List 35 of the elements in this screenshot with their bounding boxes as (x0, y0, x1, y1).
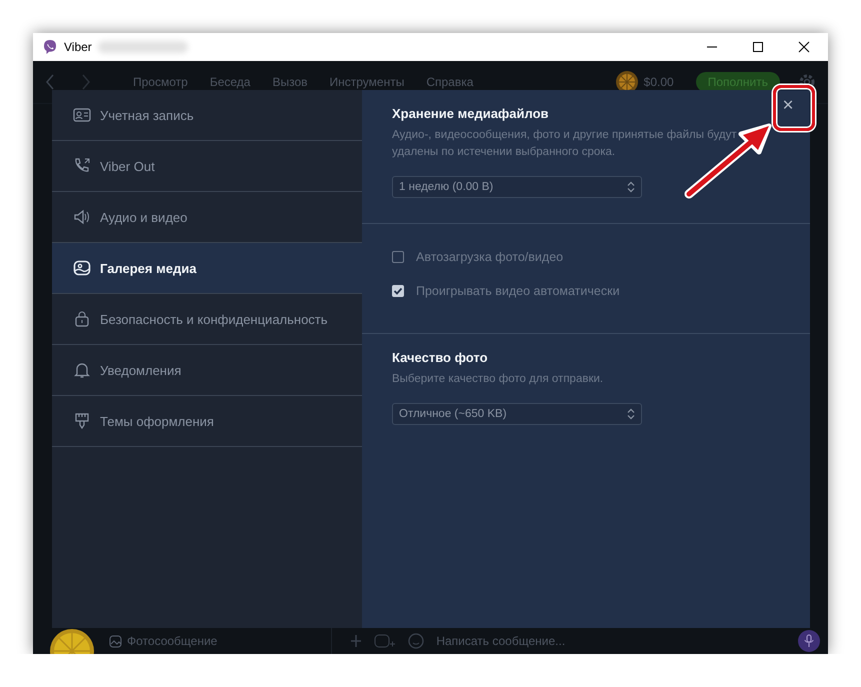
viber-logo-icon (42, 39, 58, 55)
brush-icon (73, 412, 91, 430)
section-heading: Качество фото (392, 350, 488, 365)
close-icon[interactable] (798, 41, 810, 53)
bell-icon (73, 361, 91, 379)
dropdown[interactable]: Отличное (~650 KB) (392, 403, 642, 425)
menu-item[interactable]: Инструменты (330, 75, 404, 89)
gallery-icon (73, 259, 91, 277)
image-icon (109, 634, 122, 648)
checkbox-label[interactable]: Автозагрузка фото/видео (416, 250, 564, 264)
microphone-icon (803, 634, 815, 648)
section-description: Выберите качество фото для отправки. (392, 372, 604, 387)
menu-item[interactable]: Беседа (210, 75, 250, 89)
highlight-frame (773, 85, 815, 131)
dropdown[interactable]: 1 неделю (0.00 B) (392, 176, 642, 198)
maximize-icon[interactable] (752, 41, 764, 53)
settings-nav-item[interactable]: Галерея медиа (52, 243, 362, 294)
menu-item[interactable]: Справка (426, 75, 474, 89)
up-down-chevron-icon (627, 181, 635, 193)
up-down-chevron-icon (627, 408, 635, 420)
section-heading: Хранение медиафайлов (392, 106, 549, 121)
menu-item[interactable]: Вызов (272, 75, 308, 89)
menu-item[interactable]: Просмотр (133, 75, 188, 89)
window-title: Viber (64, 40, 92, 54)
close-button[interactable]: × (776, 94, 800, 118)
account-card-icon (73, 106, 91, 124)
message-input[interactable]: Написать сообщение... (436, 634, 586, 648)
balance-amount: $0.00 (644, 75, 674, 89)
lock-icon (73, 310, 91, 328)
speaker-icon (73, 208, 91, 226)
microphone-button[interactable] (798, 630, 820, 652)
checkbox[interactable] (392, 251, 404, 263)
section-description: Аудио-, видеосообщения, фото и другие принятые файлы будут удалены по истечении выбранного срока. (392, 128, 738, 160)
last-message-preview: Фотосообщение (127, 634, 218, 648)
checkbox-label[interactable]: Проигрывать видео автоматически (416, 284, 620, 298)
